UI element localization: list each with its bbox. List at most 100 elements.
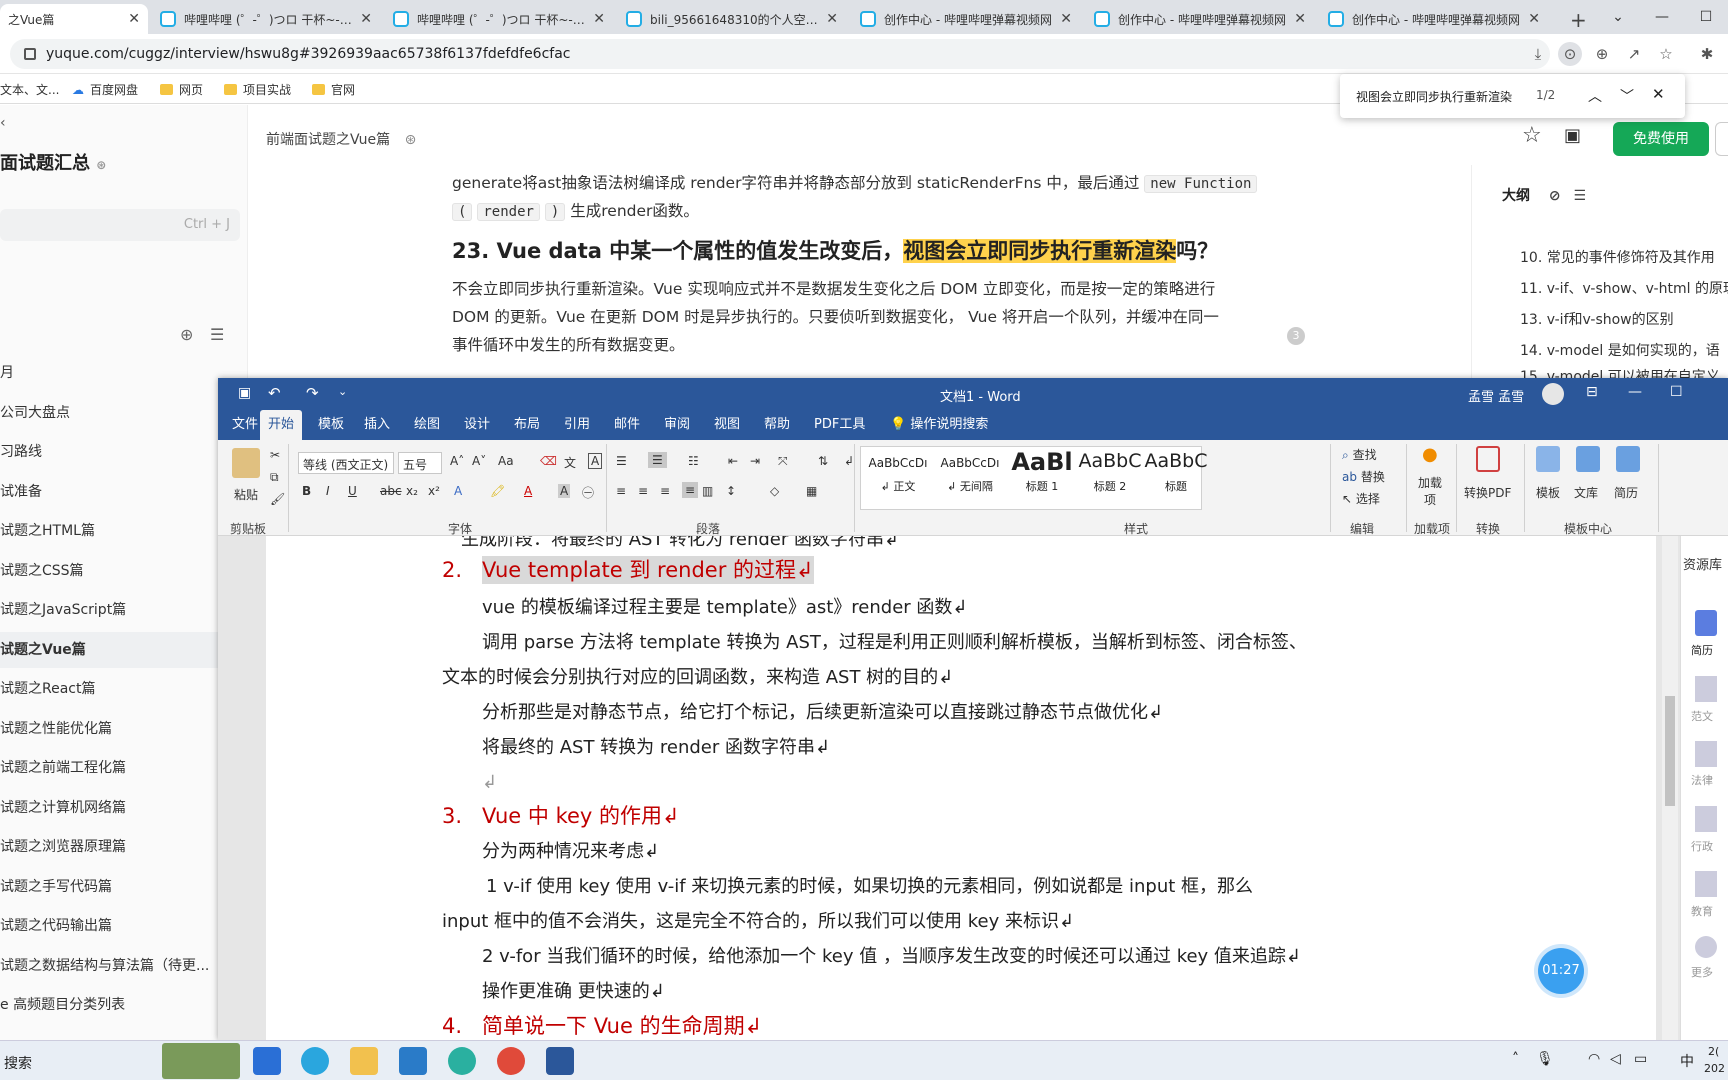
panel-item[interactable]: 简历 — [1691, 642, 1713, 658]
close-icon[interactable]: ✕ — [1294, 11, 1306, 27]
outline-item[interactable]: 13. v-if和v-show的区别 — [1520, 309, 1674, 329]
style-heading2[interactable]: AaBbC 标题 2 — [1074, 448, 1146, 508]
download-icon[interactable]: ⤓ — [1526, 42, 1550, 66]
panel-item[interactable]: 范文 — [1691, 708, 1713, 724]
search-icon[interactable]: ⊙ — [1558, 42, 1582, 66]
law-icon[interactable] — [1695, 741, 1717, 767]
italic-icon[interactable]: I — [326, 484, 330, 498]
mail-icon[interactable] — [253, 1047, 281, 1075]
text-effect-icon[interactable]: A — [454, 484, 462, 498]
browser-tab[interactable]: 之Vue篇 ✕ — [0, 4, 148, 34]
menu-mailings[interactable]: 邮件 — [606, 410, 648, 440]
resume-icon[interactable] — [1695, 610, 1717, 636]
close-icon[interactable]: ✕ — [1652, 85, 1665, 103]
multilevel-list-icon[interactable]: ☷ — [688, 454, 699, 468]
menu-insert[interactable]: 插入 — [356, 410, 398, 440]
bookmark-item[interactable]: 文本、文... — [0, 81, 59, 98]
menu-review[interactable]: 审阅 — [656, 410, 698, 440]
back-icon[interactable]: ‹ — [0, 115, 6, 131]
browser-tab[interactable]: 哔哩哔哩 (゜-゜)つロ 干杯~-bili ✕ — [385, 4, 613, 34]
scrollbar[interactable] — [1662, 536, 1678, 1040]
replace-button[interactable]: ab 替换 — [1342, 468, 1385, 485]
outline-item[interactable]: 10. 常见的事件修饰符及其作用 — [1520, 247, 1715, 267]
sidebar-nav-item[interactable]: 试题之数据结构与算法篇（待更... — [0, 948, 248, 984]
bookmark-item[interactable]: ☁ 百度网盘 — [72, 81, 138, 98]
browser-tab[interactable]: 哔哩哔哩 (゜-゜)つロ 干杯~-bili ✕ — [152, 4, 380, 34]
share-icon[interactable]: ↗ — [1622, 42, 1646, 66]
paste-icon[interactable] — [232, 448, 260, 478]
browser-tab[interactable]: bili_95661648310的个人空间_ ✕ — [618, 4, 846, 34]
close-icon[interactable]: ✕ — [1528, 11, 1540, 27]
battery-icon[interactable]: ▭ — [1634, 1051, 1647, 1067]
panel-item[interactable]: 法律 — [1691, 772, 1713, 788]
paste-button[interactable]: 粘贴 — [234, 486, 258, 503]
clear-format-icon[interactable]: ⌫ — [540, 454, 557, 468]
free-use-button[interactable]: 免费使用 — [1613, 122, 1709, 156]
enclose-char-icon[interactable]: ㊀ — [582, 484, 594, 501]
sort-icon[interactable]: ⇅ — [818, 454, 828, 468]
avatar[interactable] — [1542, 383, 1564, 405]
browser-tab[interactable]: 创作中心 - 哔哩哔哩弹幕视频网 ✕ — [1320, 4, 1548, 34]
library-icon[interactable] — [1576, 446, 1600, 472]
comment-badge[interactable]: 3 — [1287, 327, 1305, 345]
breadcrumb[interactable]: 前端面试题之Vue篇 ⊛ — [266, 129, 416, 149]
word-icon[interactable] — [546, 1047, 574, 1075]
maximize-icon[interactable]: ☐ — [1670, 384, 1683, 400]
decrease-indent-icon[interactable]: ⇤ — [728, 454, 738, 468]
style-normal[interactable]: AaBbCcDı ↲ 正文 — [862, 448, 934, 508]
more-icon[interactable] — [1695, 936, 1717, 958]
sidebar-nav-item[interactable]: 试题之代码输出篇 — [0, 908, 248, 944]
sidebar-nav-item[interactable]: 试题之性能优化篇 — [0, 711, 248, 747]
line-spacing-icon[interactable]: ↕ — [726, 484, 736, 498]
template-icon[interactable] — [1536, 446, 1560, 472]
subscript-icon[interactable]: x₂ — [406, 484, 418, 498]
bold-icon[interactable]: B — [302, 484, 311, 498]
shrink-font-icon[interactable]: A˅ — [472, 454, 486, 468]
list-icon[interactable]: ☰ — [1573, 188, 1586, 204]
menu-design[interactable]: 设计 — [456, 410, 498, 440]
customize-icon[interactable]: ⌄ — [338, 385, 347, 398]
ie-icon[interactable] — [301, 1047, 329, 1075]
panel-item[interactable]: 更多 — [1691, 964, 1713, 980]
grow-font-icon[interactable]: A˄ — [450, 454, 464, 468]
outline-item[interactable]: 14. v-model 是如何实现的，语 — [1520, 340, 1720, 360]
sidebar-nav-item-active[interactable]: 试题之Vue篇 — [0, 632, 248, 668]
sample-icon[interactable] — [1695, 676, 1717, 702]
highlight-icon[interactable]: 🖍 — [490, 484, 505, 498]
mic-icon[interactable]: 🎙 — [1536, 1051, 1554, 1067]
char-shading-icon[interactable]: A — [558, 484, 571, 498]
extensions-icon[interactable]: ✱ — [1695, 42, 1719, 66]
chinese-layout-icon[interactable]: ⤧ — [778, 454, 788, 469]
resume-icon[interactable] — [1616, 446, 1640, 472]
taskbar-search[interactable]: 搜索 — [4, 1053, 32, 1073]
ime-indicator[interactable]: 中 — [1680, 1051, 1694, 1071]
library-button[interactable]: 文库 — [1574, 484, 1598, 501]
menu-view[interactable]: 视图 — [706, 410, 748, 440]
settings-icon[interactable]: ⊛ — [96, 158, 106, 172]
zoom-icon[interactable]: ⊕ — [1590, 42, 1614, 66]
resume-button[interactable]: 简历 — [1614, 484, 1638, 501]
chrome-icon[interactable] — [497, 1047, 525, 1075]
format-painter-icon[interactable]: 🖌 — [270, 492, 285, 506]
chevron-up-icon[interactable]: ˄ — [1512, 1051, 1519, 1067]
close-icon[interactable]: ✕ — [1060, 11, 1072, 27]
phonetic-icon[interactable]: 文 — [564, 454, 576, 471]
chevron-down-icon[interactable]: ﹀ — [1620, 86, 1634, 106]
admin-icon[interactable] — [1695, 806, 1717, 832]
outline-item[interactable]: 11. v-if、v-show、v-html 的原理 — [1520, 278, 1728, 298]
find-input[interactable]: 视图会立即同步执行重新渲染 — [1356, 88, 1512, 105]
menu-template[interactable]: 模板 — [310, 410, 352, 440]
align-left-icon[interactable]: ≡ — [616, 484, 626, 498]
user-name[interactable]: 孟雪 孟雪 — [1468, 386, 1524, 405]
eye-hide-icon[interactable]: ⊘ — [1549, 188, 1561, 204]
bullets-icon[interactable]: ☰ — [616, 454, 627, 468]
bookmark-item[interactable]: 官网 — [312, 81, 355, 98]
timer-badge[interactable]: 01:27 — [1538, 948, 1584, 994]
strikethrough-icon[interactable]: abc — [380, 484, 402, 498]
url-field[interactable]: yuque.com/cuggz/interview/hswu8g#3926939… — [10, 39, 1550, 69]
sidebar-nav-item[interactable]: 试题之计算机网络篇 — [0, 790, 248, 826]
addin-icon[interactable]: ● — [1422, 444, 1438, 465]
underline-icon[interactable]: U — [348, 484, 357, 498]
cut-icon[interactable]: ✂ — [270, 448, 280, 462]
addin-button[interactable]: 加载项 — [1418, 474, 1442, 508]
